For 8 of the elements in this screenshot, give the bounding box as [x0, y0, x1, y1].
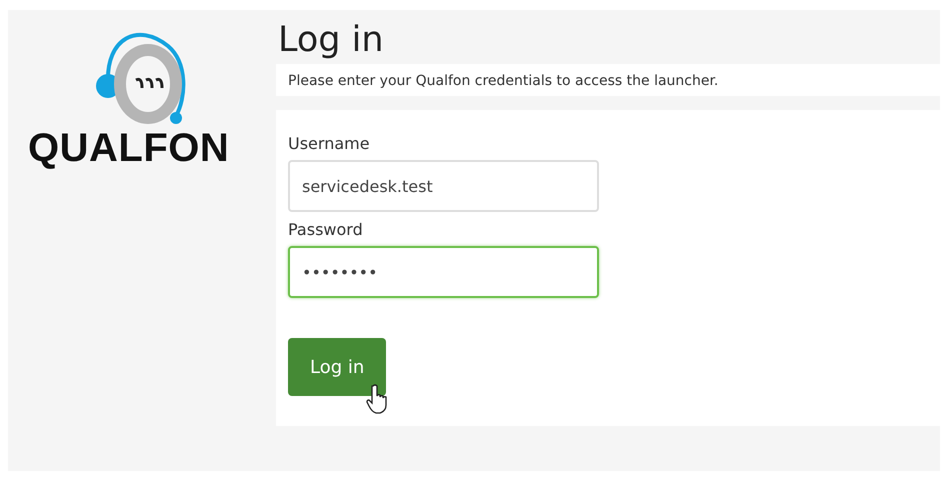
intro-text: Please enter your Qualfon credentials to access the launcher.	[288, 73, 718, 90]
field-label: Password	[288, 219, 363, 242]
field-label: Username	[288, 133, 370, 156]
input-field[interactable]: servicedesk.test	[288, 160, 599, 212]
login-button[interactable]: Log in	[288, 338, 386, 396]
input-field[interactable]: ••••••••	[288, 246, 599, 298]
page-title: Log in	[278, 20, 385, 60]
logo-wordmark: QUALFON	[28, 128, 230, 168]
